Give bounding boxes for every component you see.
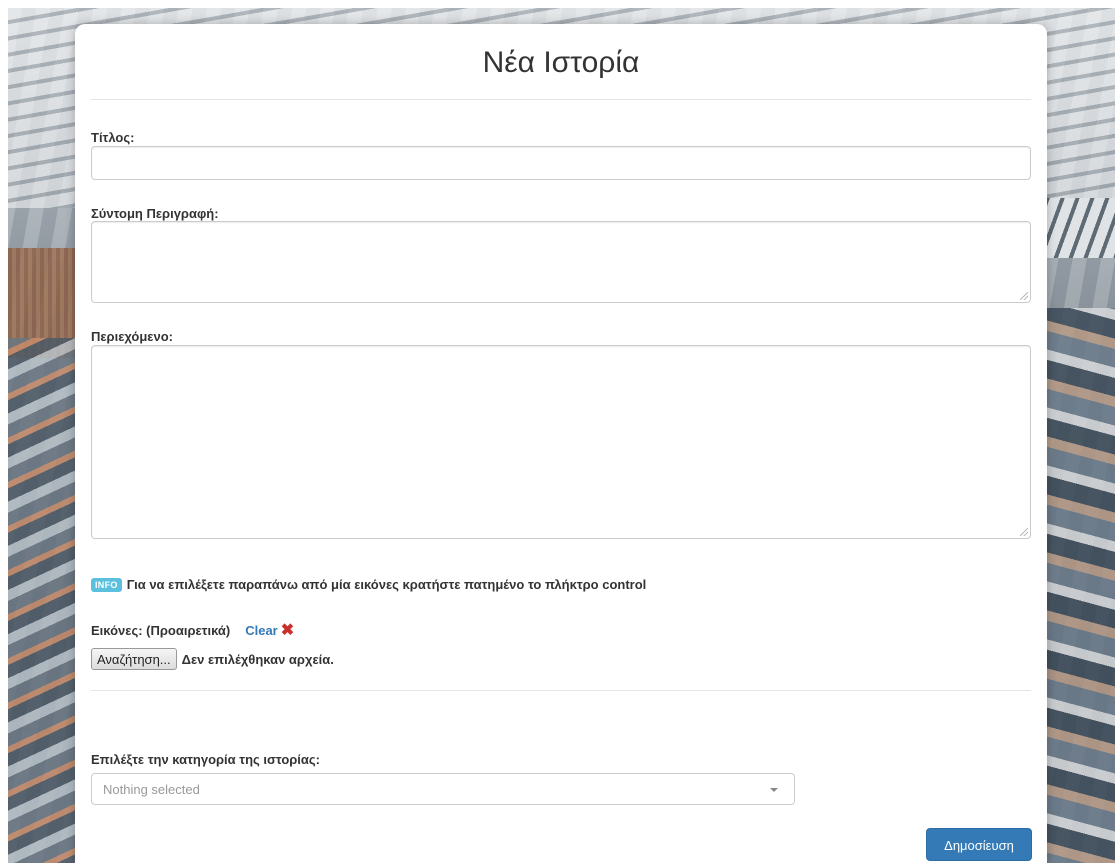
info-message: INFO Για να επιλέξετε παραπάνω από μία ε… — [91, 577, 646, 592]
caret-down-icon — [770, 788, 778, 792]
page-title: Νέα Ιστορία — [482, 46, 640, 79]
content-textarea[interactable] — [91, 345, 1031, 539]
category-placeholder: Nothing selected — [103, 782, 200, 797]
header-divider — [91, 99, 1031, 100]
clear-images-link[interactable]: Clear — [245, 623, 278, 638]
background-right-auditorium — [1035, 308, 1115, 863]
summary-textarea[interactable] — [91, 221, 1031, 303]
category-label: Επιλέξτε την κατηγορία της ιστορίας: — [91, 752, 321, 767]
publish-button[interactable]: Δημοσίευση — [926, 828, 1032, 861]
content-label: Περιεχόμενο: — [91, 329, 173, 344]
images-row: Εικόνες: (Προαιρετικά) Clear ✖ — [91, 623, 294, 639]
section-divider — [91, 690, 1031, 691]
clear-x-icon[interactable]: ✖ — [281, 623, 294, 639]
images-label: Εικόνες: (Προαιρετικά) — [91, 623, 231, 638]
browse-files-button[interactable]: Αναζήτηση... — [91, 648, 177, 670]
title-label: Τίτλος: — [91, 130, 135, 145]
info-badge: INFO — [91, 577, 122, 592]
background-right-ceiling — [1035, 198, 1115, 258]
category-select[interactable]: Nothing selected — [91, 773, 795, 805]
new-story-form-card: Νέα Ιστορία Τίτλος: Σύντομη Περιγραφή: Π… — [75, 24, 1047, 863]
content-resize-grip[interactable] — [1020, 528, 1028, 536]
info-text: Για να επιλέξετε παραπάνω από μία εικόνε… — [126, 577, 647, 592]
file-status-text: Δεν επιλέχθηκαν αρχεία. — [181, 651, 334, 667]
summary-label: Σύντομη Περιγραφή: — [91, 206, 219, 221]
summary-resize-grip[interactable] — [1020, 292, 1028, 300]
title-input[interactable] — [91, 146, 1031, 180]
file-input-row: Αναζήτηση... Δεν επιλέχθηκαν αρχεία. — [91, 648, 334, 670]
